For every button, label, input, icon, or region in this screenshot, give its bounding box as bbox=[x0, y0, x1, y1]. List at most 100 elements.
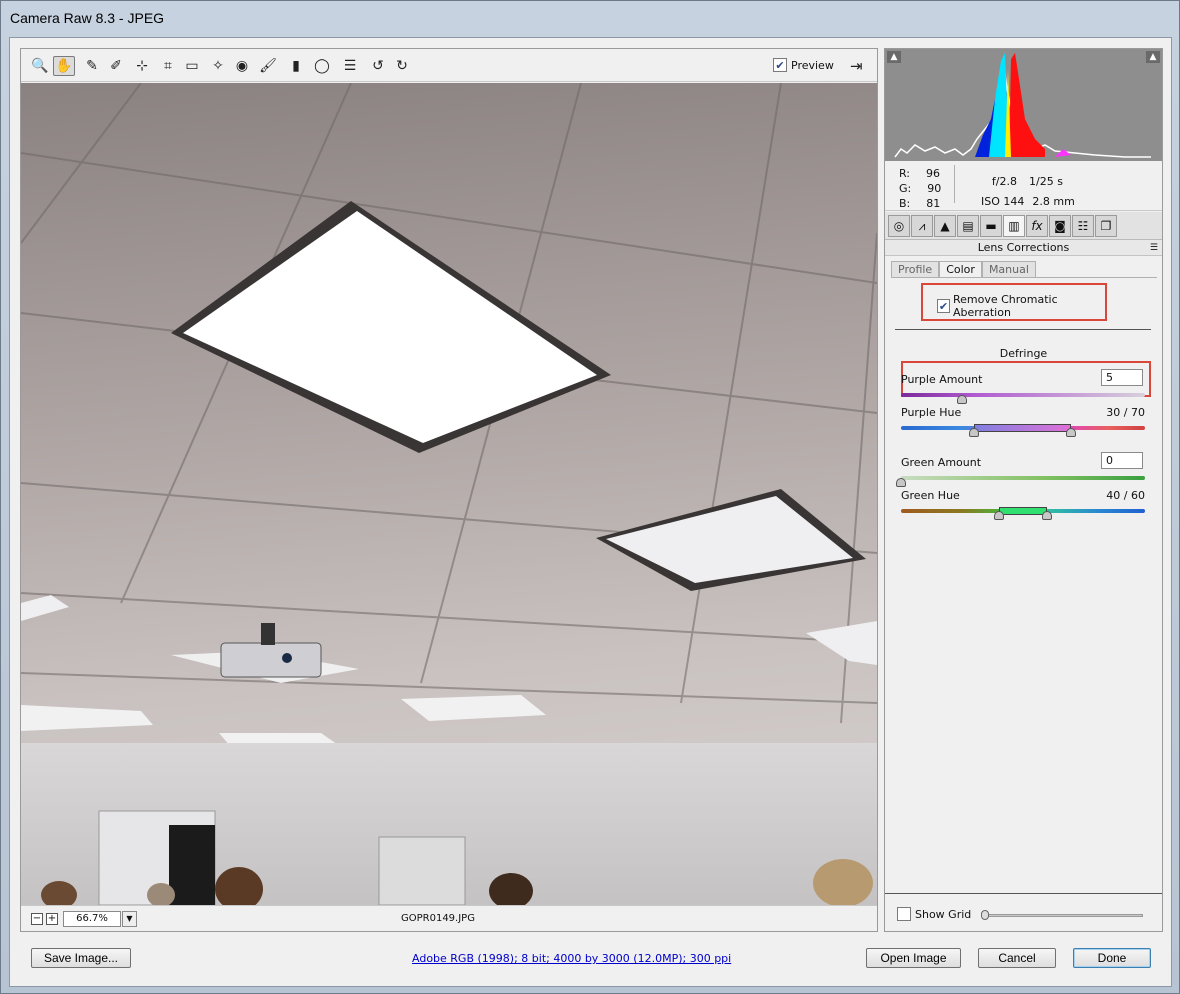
green-hue-low-thumb[interactable] bbox=[994, 511, 1004, 520]
grid-size-track[interactable] bbox=[985, 914, 1143, 917]
crop-tool[interactable]: ⌗ bbox=[157, 56, 179, 76]
tab-tone-curve[interactable]: ⩘ bbox=[911, 215, 933, 237]
zoom-in-button[interactable]: + bbox=[46, 913, 58, 925]
workflow-options-link[interactable]: Adobe RGB (1998); 8 bit; 4000 by 3000 (1… bbox=[412, 952, 731, 965]
hand-tool[interactable]: ✋ bbox=[53, 56, 75, 76]
purple-amount-field[interactable]: 5 bbox=[1101, 369, 1143, 386]
panel-tabs: ◎ ⩘ ▲ ▤ ▬ ▥ fx ◙ ☷ ❐ bbox=[885, 212, 1162, 240]
shadow-clipping-warning-icon[interactable]: ▲ bbox=[887, 51, 901, 63]
preferences-icon: ☰ bbox=[343, 58, 357, 74]
exif-info: f/2.8 1/25 s ISO 144 2.8 mm bbox=[981, 175, 1075, 208]
adjustment-brush-tool[interactable]: 🖌 bbox=[257, 56, 279, 76]
tab-detail[interactable]: ▲ bbox=[934, 215, 956, 237]
color-sampler-icon: ✐ bbox=[110, 58, 122, 74]
done-button[interactable]: Done bbox=[1073, 948, 1151, 968]
status-bar: − + 66.7% ▼ GOPR0149.JPG bbox=[21, 905, 877, 931]
ceiling-photo bbox=[21, 83, 877, 905]
lens-subtabs: Profile Color Manual bbox=[891, 261, 1036, 277]
presets-icon: ☷ bbox=[1077, 219, 1089, 233]
tab-basic[interactable]: ◎ bbox=[888, 215, 910, 237]
tab-split-toning[interactable]: ▬ bbox=[980, 215, 1002, 237]
graduated-filter-tool[interactable]: ▮ bbox=[285, 56, 307, 76]
purple-hue-high-thumb[interactable] bbox=[1066, 428, 1076, 437]
section-title: Lens Corrections ☰ bbox=[885, 240, 1162, 256]
remove-ca-option[interactable]: ✔ Remove Chromatic Aberration bbox=[937, 293, 1105, 319]
purple-hue-low-thumb[interactable] bbox=[969, 428, 979, 437]
lens-icon: ▥ bbox=[1008, 219, 1020, 233]
purple-hue-value: 30 / 70 bbox=[1106, 406, 1145, 419]
cancel-button[interactable]: Cancel bbox=[978, 948, 1056, 968]
zoom-dropdown-button[interactable]: ▼ bbox=[122, 911, 137, 927]
tab-snapshots[interactable]: ❐ bbox=[1095, 215, 1117, 237]
hand-icon: ✋ bbox=[55, 58, 73, 74]
straighten-icon: ▭ bbox=[185, 58, 199, 74]
tab-presets[interactable]: ☷ bbox=[1072, 215, 1094, 237]
remove-ca-checkbox[interactable]: ✔ bbox=[937, 299, 950, 313]
adjustments-panel: ▲ ▲ R: 96 G: 90 B: 81 f/2.8 1/25 s ISO 1… bbox=[884, 48, 1163, 932]
dialog-client-area: 🔍 ✋ ✎ ✐ ⊹ ⌗ ▭ ✧ ◉ 🖌 ▮ ◯ ☰ ↺ ↻ ✔ Preview ⇥ bbox=[9, 37, 1172, 987]
open-image-button[interactable]: Open Image bbox=[866, 948, 961, 968]
detail-icon: ▲ bbox=[940, 219, 950, 233]
save-image-button[interactable]: Save Image... bbox=[31, 948, 131, 968]
camera-raw-window: Camera Raw 8.3 - JPEG 🔍 ✋ ✎ ✐ ⊹ ⌗ ▭ ✧ ◉ 🖌 ▮ ◯ ☰ ↺ ↻ ✔ Pr… bbox=[0, 0, 1180, 994]
purple-amount-track[interactable] bbox=[901, 393, 1145, 397]
tab-effects[interactable]: fx bbox=[1026, 215, 1048, 237]
tab-lens-corrections[interactable]: ▥ bbox=[1003, 215, 1025, 237]
crop-icon: ⌗ bbox=[164, 58, 172, 74]
camera-icon: ◙ bbox=[1054, 219, 1066, 233]
file-name: GOPR0149.JPG bbox=[401, 913, 475, 924]
green-amount-label: Green Amount bbox=[901, 456, 982, 469]
purple-amount-slider-thumb[interactable] bbox=[957, 395, 967, 404]
rgb-readout: R: 96 G: 90 B: 81 bbox=[899, 167, 942, 210]
image-preview[interactable] bbox=[21, 83, 877, 905]
preview-checkbox[interactable]: ✔ bbox=[773, 58, 787, 72]
preferences-tool[interactable]: ☰ bbox=[339, 56, 361, 76]
white-balance-tool[interactable]: ✎ bbox=[81, 56, 103, 76]
fx-icon: fx bbox=[1031, 219, 1043, 233]
tab-hsl[interactable]: ▤ bbox=[957, 215, 979, 237]
subtab-profile[interactable]: Profile bbox=[891, 261, 940, 277]
full-screen-icon[interactable]: ⇥ bbox=[850, 57, 872, 75]
green-hue-high-thumb[interactable] bbox=[1042, 511, 1052, 520]
histogram: ▲ ▲ bbox=[885, 49, 1162, 161]
straighten-tool[interactable]: ▭ bbox=[181, 56, 203, 76]
green-amount-track[interactable] bbox=[901, 476, 1145, 480]
radial-filter-icon: ◯ bbox=[314, 58, 330, 74]
highlight-clipping-warning-icon[interactable]: ▲ bbox=[1146, 51, 1160, 63]
show-grid-row: Show Grid bbox=[885, 893, 1162, 931]
red-eye-tool[interactable]: ◉ bbox=[231, 56, 253, 76]
radial-filter-tool[interactable]: ◯ bbox=[311, 56, 333, 76]
rotate-right-icon: ↻ bbox=[396, 58, 408, 74]
zoom-level-field[interactable]: 66.7% bbox=[63, 911, 121, 927]
aperture-icon: ◎ bbox=[893, 219, 905, 233]
rotate-left-tool[interactable]: ↺ bbox=[367, 56, 389, 76]
green-amount-field[interactable]: 0 bbox=[1101, 452, 1143, 469]
panel-menu-icon[interactable]: ☰ bbox=[1150, 240, 1158, 256]
zoom-tool[interactable]: 🔍 bbox=[29, 56, 51, 76]
image-preview-panel: 🔍 ✋ ✎ ✐ ⊹ ⌗ ▭ ✧ ◉ 🖌 ▮ ◯ ☰ ↺ ↻ ✔ Preview ⇥ bbox=[20, 48, 878, 932]
purple-hue-range bbox=[974, 424, 1071, 432]
grid-size-thumb[interactable] bbox=[981, 910, 989, 920]
color-sampler-tool[interactable]: ✐ bbox=[105, 56, 127, 76]
readout-separator bbox=[954, 165, 955, 203]
rotate-right-tool[interactable]: ↻ bbox=[391, 56, 413, 76]
targeted-adjustment-tool[interactable]: ⊹ bbox=[131, 56, 153, 76]
remove-ca-highlight: ✔ Remove Chromatic Aberration bbox=[921, 283, 1107, 321]
zoom-icon: 🔍 bbox=[31, 58, 49, 74]
show-grid-checkbox[interactable] bbox=[897, 907, 911, 921]
hsl-icon: ▤ bbox=[962, 219, 974, 233]
preview-label: Preview bbox=[791, 58, 834, 72]
spot-removal-tool[interactable]: ✧ bbox=[207, 56, 229, 76]
preview-option[interactable]: ✔ Preview bbox=[773, 58, 834, 72]
subtab-manual[interactable]: Manual bbox=[981, 261, 1036, 277]
tool-bar: 🔍 ✋ ✎ ✐ ⊹ ⌗ ▭ ✧ ◉ 🖌 ▮ ◯ ☰ ↺ ↻ ✔ Preview ⇥ bbox=[21, 49, 877, 82]
tab-camera-calibration[interactable]: ◙ bbox=[1049, 215, 1071, 237]
zoom-out-button[interactable]: − bbox=[31, 913, 43, 925]
targeted-adjustment-icon: ⊹ bbox=[136, 58, 148, 74]
white-balance-icon: ✎ bbox=[86, 58, 98, 74]
section-divider bbox=[895, 329, 1151, 330]
green-hue-value: 40 / 60 bbox=[1106, 489, 1145, 502]
show-grid-option[interactable]: Show Grid bbox=[897, 907, 971, 921]
green-amount-slider-thumb[interactable] bbox=[896, 478, 906, 487]
subtab-color[interactable]: Color bbox=[939, 261, 982, 277]
